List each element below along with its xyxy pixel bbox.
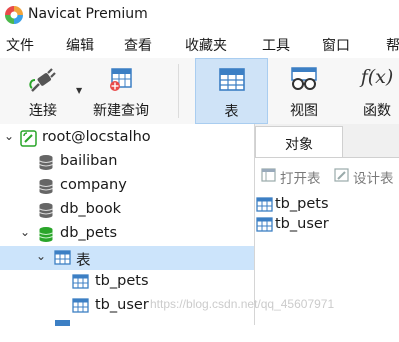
main-toolbar: 连接 ▼ 新建查询 表 视图 f(x) 函数 — [0, 58, 399, 125]
title-bar: Navicat Premium — [0, 0, 399, 30]
new-query-icon — [110, 68, 132, 91]
object-name: tb_user — [275, 216, 329, 232]
tree-tables-folder[interactable]: ⌄ 表 — [0, 246, 254, 270]
menu-view[interactable]: 查看 — [124, 35, 152, 55]
table-name: tb_pets — [95, 273, 149, 289]
tree-db-row[interactable]: company — [0, 174, 254, 198]
connect-label: 连接 — [29, 103, 57, 119]
connect-dropdown-icon[interactable]: ▼ — [76, 86, 82, 95]
database-name: db_pets — [60, 225, 118, 241]
menu-file[interactable]: 文件 — [6, 35, 34, 55]
design-table-icon — [334, 168, 349, 182]
tab-strip: 对象 — [255, 124, 399, 158]
database-name: company — [60, 177, 127, 193]
expand-chevron-icon[interactable]: ⌄ — [36, 249, 46, 263]
object-name: tb_pets — [275, 196, 329, 212]
function-button[interactable]: f(x) 函数 — [352, 58, 399, 124]
database-name: bailiban — [60, 153, 118, 169]
navigation-tree: ⌄ root@locstalho bailiban company db_boo… — [0, 124, 255, 326]
window-title: Navicat Premium — [28, 6, 148, 22]
tab-objects[interactable]: 对象 — [255, 126, 343, 157]
table-name: tb_user — [95, 297, 149, 313]
function-fx-icon: f(x) — [360, 66, 394, 88]
function-label: 函数 — [363, 103, 391, 119]
tables-folder-icon — [54, 250, 71, 265]
database-icon — [39, 155, 53, 170]
connection-name: root@locstalho — [42, 129, 151, 145]
tree-db-row[interactable]: bailiban — [0, 150, 254, 174]
object-pane: 对象 打开表 设计表 tb_pets tb_user — [255, 124, 399, 325]
table-icon — [72, 298, 89, 313]
table-button[interactable]: 表 — [195, 58, 268, 124]
menu-edit[interactable]: 编辑 — [66, 35, 94, 55]
navicat-logo-icon — [5, 6, 23, 24]
tree-views-row-partial[interactable] — [0, 318, 254, 342]
tab-objects-label: 对象 — [285, 137, 313, 153]
design-table-button[interactable]: 设计表 — [353, 167, 394, 187]
view-button[interactable]: 视图 — [274, 58, 334, 124]
table-icon — [218, 68, 245, 91]
plug-icon — [29, 68, 56, 92]
menu-favorites[interactable]: 收藏夹 — [185, 35, 227, 55]
table-label: 表 — [224, 104, 239, 120]
object-list-item[interactable]: tb_user — [255, 215, 365, 235]
menu-window[interactable]: 窗口 — [322, 35, 350, 55]
database-active-icon — [39, 227, 53, 242]
object-toolbar: 打开表 设计表 — [255, 164, 399, 190]
database-icon — [39, 203, 53, 218]
toolbar-separator — [178, 64, 179, 118]
table-icon — [256, 217, 273, 232]
tree-db-row-active[interactable]: ⌄ db_pets — [0, 222, 254, 246]
new-query-label: 新建查询 — [93, 103, 149, 119]
watermark-text: https://blog.csdn.net/qq_45607971 — [150, 297, 335, 311]
menu-help[interactable]: 帮 — [386, 35, 399, 55]
expand-chevron-icon[interactable]: ⌄ — [4, 129, 14, 143]
menu-tools[interactable]: 工具 — [262, 35, 290, 55]
database-name: db_book — [60, 201, 122, 217]
expand-chevron-icon[interactable]: ⌄ — [20, 225, 30, 239]
object-list-item[interactable]: tb_pets — [255, 195, 365, 215]
tree-db-row[interactable]: db_book — [0, 198, 254, 222]
table-icon — [72, 274, 89, 289]
open-table-button[interactable]: 打开表 — [280, 167, 321, 187]
connect-button[interactable]: 连接 — [18, 58, 68, 124]
connection-icon — [20, 130, 37, 147]
view-icon — [55, 320, 70, 326]
table-icon — [256, 197, 273, 212]
tree-connection-row[interactable]: ⌄ root@locstalho — [0, 126, 254, 150]
database-icon — [39, 179, 53, 194]
tables-folder-label: 表 — [76, 253, 91, 269]
view-label: 视图 — [290, 103, 318, 119]
menu-bar: 文件 编辑 查看 收藏夹 工具 窗口 帮 — [0, 30, 399, 58]
view-glasses-icon — [291, 67, 317, 90]
open-table-icon — [261, 168, 276, 182]
new-query-button[interactable]: 新建查询 — [86, 58, 156, 124]
tree-table-row[interactable]: tb_pets — [0, 270, 254, 294]
